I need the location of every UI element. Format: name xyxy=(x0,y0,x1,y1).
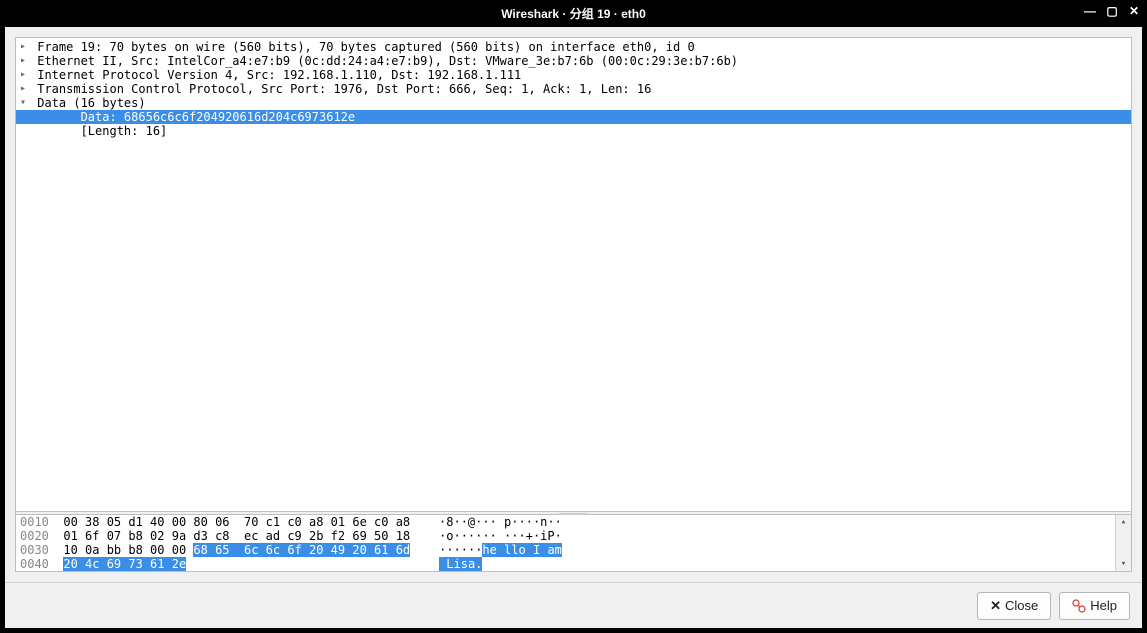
hex-bytes: 10 0a bb b8 00 00 xyxy=(49,543,194,557)
scroll-down-icon[interactable]: ▾ xyxy=(1116,557,1131,571)
close-window-button[interactable]: ✕ xyxy=(1127,4,1141,18)
hex-bytes-selected: 68 65 6c 6c 6f 20 49 20 61 6d xyxy=(193,543,410,557)
hex-bytes-selected: 20 4c 69 73 61 2e xyxy=(63,557,186,571)
close-button-label: Close xyxy=(1005,598,1038,613)
expand-right-icon[interactable]: ▸ xyxy=(16,82,30,96)
detail-row-text: Data (16 bytes) xyxy=(37,96,145,110)
hex-bytes: ·8··@··· p····n·· xyxy=(432,515,562,529)
window-title: Wireshark · 分组 19 · eth0 xyxy=(501,5,646,22)
detail-row[interactable]: ▸ Internet Protocol Version 4, Src: 192.… xyxy=(16,68,1131,82)
hex-bytes xyxy=(186,557,432,571)
detail-row-text: Frame 19: 70 bytes on wire (560 bits), 7… xyxy=(37,40,694,54)
hex-bytes: 00 38 05 d1 40 00 80 06 70 c1 c0 a8 01 6… xyxy=(49,515,432,529)
help-button[interactable]: Help xyxy=(1059,592,1130,620)
hex-bytes xyxy=(49,557,63,571)
hex-row[interactable]: 0030 10 0a bb b8 00 00 68 65 6c 6c 6f 20… xyxy=(20,543,1111,557)
maximize-button[interactable]: ▢ xyxy=(1105,4,1119,18)
expand-right-icon[interactable]: ▸ xyxy=(16,40,30,54)
packet-bytes-pane[interactable]: 0010 00 38 05 d1 40 00 80 06 70 c1 c0 a8… xyxy=(16,515,1131,571)
expand-right-icon[interactable]: ▸ xyxy=(16,54,30,68)
hex-scrollbar[interactable]: ▴ ▾ xyxy=(1115,515,1131,571)
hex-bytes xyxy=(432,557,439,571)
expand-down-icon[interactable]: ▾ xyxy=(16,96,30,110)
help-button-label: Help xyxy=(1090,598,1117,613)
detail-row[interactable]: ▸ Transmission Control Protocol, Src Por… xyxy=(16,82,1131,96)
hex-offset: 0040 xyxy=(20,557,49,571)
detail-row[interactable]: ▾ Data (16 bytes) xyxy=(16,96,1131,110)
detail-row[interactable]: [Length: 16] xyxy=(16,124,1131,138)
detail-row-text: Internet Protocol Version 4, Src: 192.16… xyxy=(37,68,521,82)
packet-window: ▸ Frame 19: 70 bytes on wire (560 bits),… xyxy=(4,26,1143,629)
help-icon xyxy=(1072,599,1086,613)
packet-details-pane[interactable]: ▸ Frame 19: 70 bytes on wire (560 bits),… xyxy=(16,38,1131,511)
close-icon: ✕ xyxy=(990,598,1001,614)
panes: ▸ Frame 19: 70 bytes on wire (560 bits),… xyxy=(15,37,1132,572)
hex-row[interactable]: 0040 20 4c 69 73 61 2e Lisa. xyxy=(20,557,1111,571)
indent-spacer xyxy=(16,110,30,124)
close-button[interactable]: ✕ Close xyxy=(977,592,1051,620)
detail-row[interactable]: ▸ Ethernet II, Src: IntelCor_a4:e7:b9 (0… xyxy=(16,54,1131,68)
hex-row[interactable]: 0020 01 6f 07 b8 02 9a d3 c8 ec ad c9 2b… xyxy=(20,529,1111,543)
expand-right-icon[interactable]: ▸ xyxy=(16,68,30,82)
hex-bytes xyxy=(410,543,432,557)
dialog-footer: ✕ Close Help xyxy=(5,582,1142,628)
hex-bytes: ······ xyxy=(432,543,483,557)
hex-offset: 0020 xyxy=(20,529,49,543)
detail-row-text: Transmission Control Protocol, Src Port:… xyxy=(37,82,651,96)
hex-bytes: 01 6f 07 b8 02 9a d3 c8 ec ad c9 2b f2 6… xyxy=(49,529,432,543)
detail-row-text: [Length: 16] xyxy=(81,124,168,138)
detail-row[interactable]: ▸ Frame 19: 70 bytes on wire (560 bits),… xyxy=(16,40,1131,54)
hex-bytes-selected: he llo I am xyxy=(482,543,561,557)
window-controls: — ▢ ✕ xyxy=(1083,4,1141,18)
detail-row-text: Ethernet II, Src: IntelCor_a4:e7:b9 (0c:… xyxy=(37,54,738,68)
hex-offset: 0010 xyxy=(20,515,49,529)
titlebar: Wireshark · 分组 19 · eth0 — ▢ ✕ xyxy=(0,0,1147,26)
hex-bytes: ·o······ ···+·iP· xyxy=(432,529,562,543)
scroll-up-icon[interactable]: ▴ xyxy=(1116,515,1131,529)
detail-row-text: Data: 68656c6c6f204920616d204c6973612e xyxy=(81,110,356,124)
hex-bytes-selected: Lisa. xyxy=(439,557,482,571)
hex-row[interactable]: 0010 00 38 05 d1 40 00 80 06 70 c1 c0 a8… xyxy=(20,515,1111,529)
indent-spacer xyxy=(16,124,30,138)
detail-row[interactable]: Data: 68656c6c6f204920616d204c6973612e xyxy=(16,110,1131,124)
hex-offset: 0030 xyxy=(20,543,49,557)
minimize-button[interactable]: — xyxy=(1083,4,1097,18)
